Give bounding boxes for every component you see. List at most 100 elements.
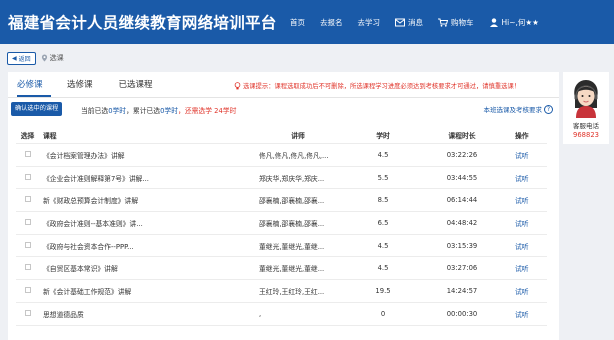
course-name: 《政府会计准则--基本准则》讲... (43, 219, 143, 228)
table-row: 新《会计基础工作规范》讲解 王红玲,王红玲,王红... 19.5 14:24:5… (16, 280, 547, 303)
course-name: 新《财政总预算会计制度》讲解 (43, 197, 139, 206)
breadcrumb: 选课 (41, 53, 64, 63)
selection-tip-text: 选课提示：课程选取成功后不可删除，所选课程学习进度必须达到考核要求才可通过，请慎… (243, 83, 521, 90)
nav-cart[interactable]: 购物车 (438, 17, 474, 28)
nav-user-label: Hi~,何★★ (501, 18, 539, 27)
row-checkbox[interactable] (24, 150, 31, 157)
col-select: 选择 (20, 131, 35, 140)
nav-user[interactable]: Hi~,何★★ (489, 17, 539, 28)
teacher-name: 郑庆华,郑庆华,郑庆... (259, 174, 325, 183)
nav-study-label: 去学习 (357, 18, 381, 27)
sub-bar: ◀ 返回 选课 (0, 48, 614, 68)
nav-cart-label: 购物车 (451, 18, 474, 27)
breadcrumb-label: 选课 (49, 54, 64, 62)
preview-link[interactable]: 试听 (515, 286, 547, 296)
course-name: 《自贸区基本常识》讲解 (43, 265, 118, 274)
back-label: 返回 (18, 55, 31, 63)
row-checkbox[interactable] (24, 264, 31, 271)
col-teacher: 讲师 (291, 131, 305, 140)
table-row: 新《财政总预算会计制度》讲解 邵襄楠,邵襄楠,邵襄... 8.5 06:14:4… (16, 189, 547, 213)
preview-link[interactable]: 试听 (515, 150, 547, 160)
main-nav: 首页 去报名 去学习 消息 购物车 Hi~,何★★ (290, 17, 554, 28)
course-length: 06:14:44 (446, 196, 478, 205)
table-row: 《政府与社会资本合作--PPP... 董继光,董继光,董继... 4.5 03:… (16, 235, 547, 258)
preview-link[interactable]: 试听 (515, 218, 547, 228)
nav-study[interactable]: 去学习 (358, 17, 381, 28)
row-checkbox[interactable] (24, 196, 31, 203)
course-length: 04:48:42 (446, 218, 478, 227)
teacher-name: , (259, 309, 262, 318)
col-action: 操作 (515, 131, 529, 140)
row-select (16, 196, 39, 204)
summary-total-hours: 0学时 (160, 107, 179, 115)
course-hours: 5.5 (377, 173, 389, 182)
row-select (16, 150, 39, 159)
course-panel: 必修课 选修课 已选课程 选课提示：课程选取成功后不可删除，所选课程学习进度必须… (8, 72, 559, 340)
tab-divider (8, 97, 559, 98)
row-checkbox[interactable] (24, 173, 31, 180)
lightbulb-icon (234, 81, 241, 89)
preview-link[interactable]: 试听 (515, 173, 547, 183)
teacher-name: 佟凡,佟凡,佟凡,佟凡,... (259, 151, 329, 160)
row-checkbox[interactable] (24, 309, 31, 316)
summary-prefix: 当前已选 (81, 107, 109, 115)
row-select (16, 286, 39, 295)
table-row: 《会计档案管理办法》讲解 佟凡,佟凡,佟凡,佟凡,... 4.5 03:22:2… (16, 144, 547, 167)
summary-separator: ， (178, 107, 185, 115)
site-title: 福建省会计人员继续教育网络培训平台 (8, 14, 277, 32)
course-name: 新《会计基础工作规范》讲解 (43, 287, 132, 296)
nav-messages[interactable]: 消息 (395, 17, 423, 28)
course-hours: 4.5 (377, 241, 389, 250)
nav-home[interactable]: 首页 (290, 17, 305, 28)
customer-service-card: 客服电话 968823 (563, 72, 609, 144)
service-avatar (574, 80, 598, 118)
row-checkbox[interactable] (24, 241, 31, 248)
row-checkbox[interactable] (24, 218, 31, 225)
course-hours: 0 (380, 309, 386, 318)
summary-selected-hours: 0学时 (108, 107, 127, 115)
teacher-name: 邵襄楠,邵襄楠,邵襄... (259, 219, 325, 228)
cart-icon (438, 18, 448, 27)
course-name: 思想道德品质 (43, 310, 84, 319)
confirm-selection-button[interactable]: 确认选中的课程 (11, 102, 63, 116)
course-name: 《政府与社会资本合作--PPP... (43, 242, 134, 251)
row-checkbox[interactable] (24, 286, 31, 293)
course-hours: 8.5 (377, 196, 389, 205)
teacher-name: 董继光,董继光,董继... (259, 265, 325, 274)
table-row: 《政府会计准则--基本准则》讲... 邵襄楠,邵襄楠,邵襄... 6.5 04:… (16, 212, 547, 235)
table-row: 《企业会计准则解释第7号》讲解... 郑庆华,郑庆华,郑庆... 5.5 03:… (16, 167, 547, 190)
table-row: 《自贸区基本常识》讲解 董继光,董继光,董继... 4.5 03:27:06 试… (16, 257, 547, 281)
selection-tip: 选课提示：课程选取成功后不可删除，所选课程学习进度必须达到考核要求才可通过，请慎… (234, 81, 520, 90)
service-label: 客服电话 (573, 122, 599, 130)
course-hours: 6.5 (377, 218, 389, 227)
requirement-link[interactable]: 本班选课及考核要求 ? (483, 104, 553, 114)
col-hours: 学时 (376, 131, 390, 140)
course-length: 03:44:55 (446, 173, 478, 182)
course-name: 《企业会计准则解释第7号》讲解... (43, 174, 149, 183)
preview-link[interactable]: 试听 (515, 309, 547, 319)
requirement-label: 本班选课及考核要求 (483, 106, 543, 114)
tab-required[interactable]: 必修课 (17, 72, 51, 97)
teacher-name: 董继光,董继光,董继... (259, 242, 325, 251)
course-hours: 4.5 (377, 150, 389, 159)
service-phone: 968823 (573, 131, 599, 139)
course-length: 03:22:26 (446, 150, 478, 159)
nav-enroll[interactable]: 去报名 (320, 17, 343, 28)
back-button[interactable]: ◀ 返回 (7, 51, 36, 65)
mail-icon (395, 18, 405, 27)
preview-link[interactable]: 试听 (515, 241, 547, 251)
preview-link[interactable]: 试听 (515, 195, 547, 205)
course-length: 14:24:57 (446, 286, 478, 295)
tab-selected[interactable]: 已选课程 (119, 72, 153, 97)
course-length: 03:27:06 (446, 264, 478, 273)
course-hours: 4.5 (377, 264, 389, 273)
hours-summary: 当前已选0学时，累计已选0学时，还需选学 24学时 (81, 105, 236, 115)
preview-link[interactable]: 试听 (515, 263, 547, 273)
tab-elective[interactable]: 选修课 (67, 72, 93, 97)
row-select (16, 264, 39, 272)
summary-remaining-hours: 还需选学 24学时 (184, 107, 237, 115)
teacher-name: 邵襄楠,邵襄楠,邵襄... (259, 197, 325, 206)
course-name: 《会计档案管理办法》讲解 (43, 151, 125, 160)
row-select (16, 218, 39, 227)
top-header: 福建省会计人员继续教育网络培训平台 首页 去报名 去学习 消息 购物车 Hi~,… (0, 0, 614, 44)
